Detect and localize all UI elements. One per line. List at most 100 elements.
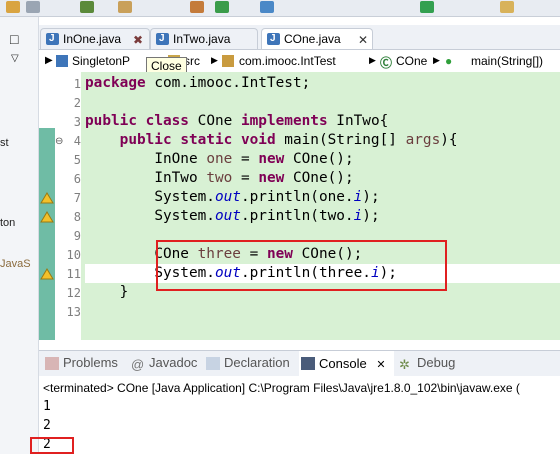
java-file-icon — [267, 29, 280, 49]
line-number: 7 — [73, 191, 81, 205]
keyword: package — [85, 75, 146, 91]
code-line-5: InOne one = new COne(); — [85, 151, 354, 167]
package-explorer-strip: □ ▽ st ton JavaS — [0, 17, 39, 454]
breadcrumb-method[interactable]: main(String[]) — [471, 54, 543, 68]
close-icon[interactable]: ✕ — [376, 359, 385, 371]
code-text: ); — [362, 208, 380, 224]
tab-console[interactable]: Console ✕ — [299, 351, 394, 377]
static-field: i — [353, 208, 363, 224]
close-icon[interactable]: ✕ — [358, 30, 368, 50]
problems-icon — [45, 357, 59, 370]
code-line-12: } — [85, 284, 129, 300]
tab-cone[interactable]: COne.java ✕ — [261, 28, 373, 49]
search-icon[interactable] — [260, 1, 274, 13]
code-editor[interactable]: 1 2 3 4 5 6 7 8 9 10 11 12 13 ⊖ package … — [39, 72, 560, 340]
external-tools-icon[interactable] — [190, 1, 204, 13]
main-toolbar — [0, 0, 560, 17]
tab-label: Debug — [417, 355, 456, 370]
breadcrumb-menu-icon[interactable]: ▶ — [45, 55, 53, 66]
debug-icon[interactable] — [80, 1, 94, 13]
code-line-1: package com.imooc.IntTest; — [85, 75, 310, 91]
close-icon[interactable]: ✖ — [133, 30, 143, 50]
breadcrumb-project[interactable]: SingletonP — [72, 54, 130, 68]
line-number: 3 — [73, 115, 81, 129]
line-number: 10 — [66, 248, 81, 262]
tab-label: InTwo.java — [173, 32, 231, 46]
explorer-fragment[interactable]: ton — [0, 217, 15, 229]
line-number: 5 — [73, 153, 81, 167]
parameter: args — [405, 132, 441, 148]
tab-debug[interactable]: ✲ Debug — [397, 355, 456, 372]
code-text: main(String[] — [284, 132, 406, 148]
line-number: 11 — [66, 267, 81, 281]
code-text: = — [232, 151, 259, 167]
bottom-view-tabs: Problems @ Javadoc Declaration Console ✕… — [39, 350, 560, 378]
console-output-line: 1 — [43, 399, 51, 414]
line-number: 12 — [66, 286, 81, 300]
keyword: new — [258, 170, 285, 186]
warning-icon[interactable] — [40, 268, 54, 280]
warning-icon[interactable] — [40, 211, 54, 223]
output-highlight-box — [30, 437, 74, 454]
save-icon[interactable] — [26, 1, 40, 13]
code-line-4: public static void main(String[] args){ — [85, 132, 458, 148]
tab-declaration[interactable]: Declaration — [204, 355, 290, 370]
static-field: out — [214, 189, 241, 205]
breadcrumb-class[interactable]: COne — [396, 54, 427, 68]
code-text: System. — [154, 208, 215, 224]
explorer-fragment[interactable]: JavaS — [0, 258, 31, 270]
keyword: class — [145, 113, 189, 129]
separator-icon: ▶ — [433, 55, 440, 65]
explorer-fragment[interactable]: st — [0, 137, 9, 149]
keyword: new — [258, 151, 285, 167]
line-number: 8 — [73, 210, 81, 224]
code-line-6: InTwo two = new COne(); — [85, 170, 353, 186]
line-number: 2 — [73, 96, 81, 110]
console-view[interactable]: <terminated> COne [Java Application] C:\… — [39, 376, 560, 454]
back-icon[interactable] — [420, 1, 434, 13]
code-text: com.imooc.IntTest; — [145, 75, 311, 91]
code-line-7: System.out.println(one.i); — [85, 189, 379, 205]
interface-name: InTwo{ — [336, 113, 389, 129]
declaration-icon — [206, 357, 220, 370]
java-file-icon — [46, 29, 59, 49]
class-name: COne — [197, 113, 233, 129]
code-text: .println(two. — [240, 208, 354, 224]
tab-intwo[interactable]: InTwo.java — [150, 28, 258, 49]
line-number: 9 — [73, 229, 81, 243]
console-status: <terminated> COne [Java Application] C:\… — [43, 381, 520, 395]
tab-problems[interactable]: Problems — [43, 355, 118, 370]
console-output-line: 2 — [43, 418, 51, 433]
new-icon[interactable] — [6, 1, 20, 13]
view-menu-icon[interactable]: ▽ — [11, 53, 19, 64]
line-number: 13 — [66, 305, 81, 319]
fold-icon[interactable]: ⊖ — [55, 136, 63, 147]
code-line-3: public class COne implements InTwo{ — [85, 113, 388, 129]
keyword: static — [180, 132, 233, 148]
forward-icon[interactable] — [500, 1, 514, 13]
bug-icon: ✲ — [399, 357, 410, 372]
variable: two — [206, 170, 233, 186]
separator-icon: ▶ — [211, 55, 218, 65]
minimize-icon[interactable]: □ — [10, 31, 18, 47]
code-text: COne(); — [284, 151, 354, 167]
keyword: public — [119, 132, 172, 148]
code-text: = — [232, 170, 259, 186]
tab-label: Console — [319, 356, 367, 371]
open-type-icon[interactable] — [215, 1, 229, 13]
method-icon: ● — [445, 54, 453, 68]
type-name: InOne — [154, 151, 198, 167]
warning-icon[interactable] — [40, 192, 54, 204]
keyword: public — [85, 113, 137, 129]
tab-label: Javadoc — [149, 355, 198, 370]
tab-javadoc[interactable]: @ Javadoc — [129, 355, 198, 372]
static-field: i — [353, 189, 363, 205]
code-text: ){ — [440, 132, 458, 148]
editor-tab-bar: InOne.java ✖ InTwo.java COne.java ✕ — [39, 25, 560, 50]
breadcrumb: ▶ SingletonP src ▶ com.imooc.IntTest ▶ Ⓒ… — [39, 50, 560, 73]
tab-inone[interactable]: InOne.java ✖ — [40, 28, 150, 49]
run-icon[interactable] — [118, 1, 132, 13]
breadcrumb-package[interactable]: com.imooc.IntTest — [239, 54, 336, 68]
java-file-icon — [156, 29, 169, 49]
tab-label: InOne.java — [63, 32, 122, 46]
